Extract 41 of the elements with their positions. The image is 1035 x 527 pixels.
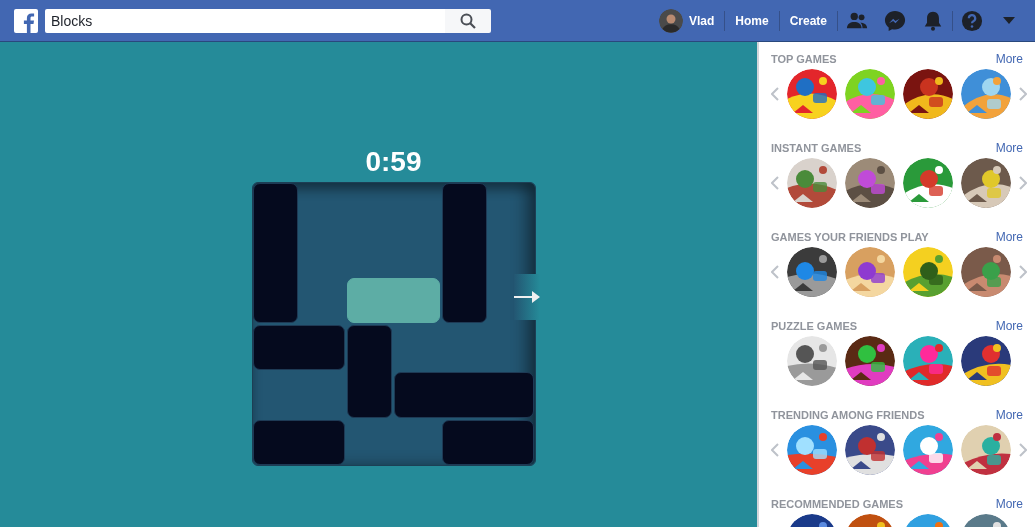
section-title: TRENDING AMONG FRIENDS: [771, 409, 925, 421]
messenger-icon[interactable]: [884, 9, 906, 32]
target-block[interactable]: [347, 277, 440, 323]
section-title: INSTANT GAMES: [771, 142, 862, 154]
chevron-left-icon[interactable]: [771, 265, 779, 279]
chevron-right-icon[interactable]: [1019, 265, 1027, 279]
timer: 0:59: [365, 146, 422, 178]
chevron-left-icon[interactable]: [771, 87, 779, 101]
caret-icon[interactable]: [1003, 16, 1015, 25]
section-title: GAMES YOUR FRIENDS PLAY: [771, 231, 929, 243]
chevron-left-icon[interactable]: [771, 176, 779, 190]
section-title: TOP GAMES: [771, 53, 837, 65]
chevron-left-icon[interactable]: [771, 443, 779, 457]
chevron-right-icon[interactable]: [1019, 87, 1027, 101]
sliding-block[interactable]: [252, 183, 298, 323]
chevron-right-icon[interactable]: [1019, 443, 1027, 457]
section-title: PUZZLE GAMES: [771, 320, 858, 332]
search-button[interactable]: [445, 8, 491, 33]
logo-icon[interactable]: [14, 8, 38, 33]
chevron-right-icon[interactable]: [1019, 176, 1027, 190]
help-icon[interactable]: [961, 9, 983, 32]
arrow-right-icon: [513, 290, 540, 304]
sliding-block[interactable]: [252, 325, 346, 371]
search-field[interactable]: Blocks: [45, 8, 445, 33]
profile-link[interactable]: Vlad: [653, 8, 725, 33]
sliding-block[interactable]: [252, 419, 346, 465]
avatar-icon: [658, 8, 683, 33]
search-icon: [460, 12, 476, 29]
more-link[interactable]: More: [995, 141, 1023, 155]
more-link[interactable]: More: [995, 52, 1023, 66]
bell-icon[interactable]: [922, 9, 944, 32]
nav-link[interactable]: Home: [725, 8, 779, 33]
sliding-block[interactable]: [347, 325, 393, 418]
more-link[interactable]: More: [995, 408, 1023, 422]
more-link[interactable]: More: [995, 230, 1023, 244]
more-link[interactable]: More: [995, 319, 1023, 333]
nav-link[interactable]: Create: [779, 8, 837, 33]
section-title: RECOMMENDED GAMES: [771, 498, 903, 510]
sliding-block[interactable]: [441, 183, 488, 323]
sliding-block[interactable]: [441, 419, 535, 465]
more-link[interactable]: More: [995, 497, 1023, 511]
